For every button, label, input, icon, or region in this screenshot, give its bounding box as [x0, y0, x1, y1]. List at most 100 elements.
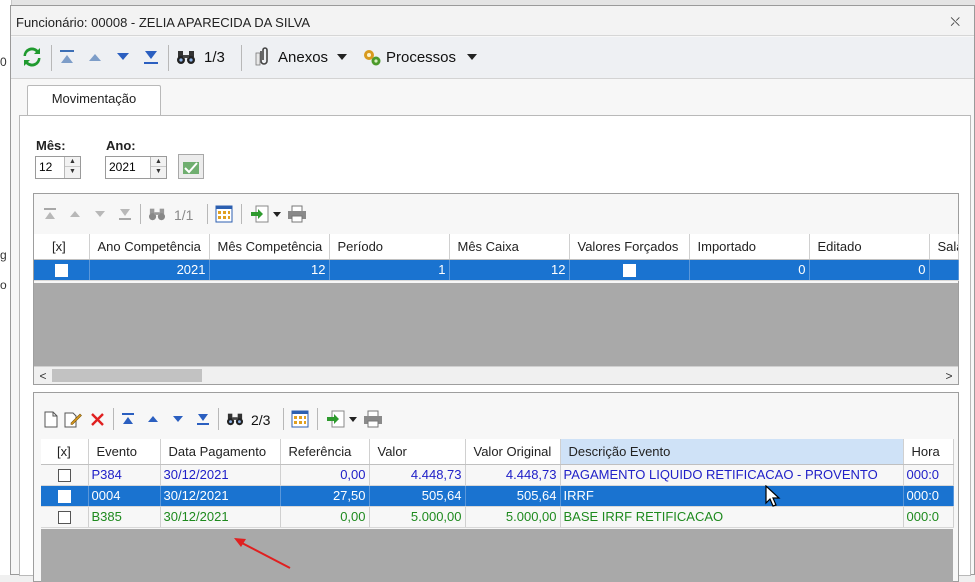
grid2-col-descricao[interactable]: Descrição Evento	[560, 439, 904, 465]
gears-icon[interactable]	[361, 46, 383, 68]
grid2-col-valor[interactable]: Valor	[369, 439, 466, 465]
mes-stepper[interactable]: 12 ▲ ▼	[35, 156, 81, 179]
competencia-panel: 1/1 [x] Ano Competência Mês Competência	[33, 193, 959, 385]
next-record-icon[interactable]	[170, 411, 186, 427]
grid1-col-periodo[interactable]: Período	[329, 234, 450, 260]
paperclip-icon[interactable]	[253, 46, 275, 68]
delete-icon[interactable]	[88, 410, 106, 428]
last-record-icon[interactable]	[195, 411, 211, 427]
background-fragment: 0	[0, 55, 7, 69]
export-icon[interactable]	[325, 409, 347, 429]
previous-record-icon[interactable]	[86, 47, 104, 67]
eventos-grid: [x] Evento Data Pagamento Referência Val…	[41, 439, 954, 528]
anexos-button[interactable]: Anexos	[278, 49, 328, 66]
binoculars-icon[interactable]	[175, 46, 197, 68]
grid1-col-ano[interactable]: Ano Competência	[89, 234, 210, 260]
columns-grid-icon[interactable]	[214, 204, 234, 224]
valor-original-cell: 5.000,00	[465, 506, 561, 528]
processos-dropdown-icon[interactable]	[466, 51, 478, 63]
valores-forcados-cell[interactable]	[569, 259, 690, 281]
last-record-icon[interactable]	[117, 206, 133, 222]
binoculars-icon[interactable]	[147, 205, 167, 223]
row-checkbox[interactable]	[54, 264, 68, 278]
export-icon[interactable]	[249, 204, 271, 224]
processos-button[interactable]: Processos	[386, 49, 456, 66]
printer-icon[interactable]	[286, 204, 308, 224]
grid1-col-valores-forcados[interactable]: Valores Forçados	[569, 234, 690, 260]
grid1-col-editado[interactable]: Editado	[809, 234, 930, 260]
grid1-empty-area	[34, 283, 958, 366]
window-title: Funcionário: 00008 - ZELIA APARECIDA DA …	[16, 15, 311, 30]
mes-stepper-arrows[interactable]: ▲ ▼	[64, 157, 80, 178]
previous-record-icon[interactable]	[67, 206, 83, 222]
row-checkbox[interactable]	[57, 511, 71, 525]
row-select-cell[interactable]	[41, 485, 89, 507]
first-record-icon[interactable]	[120, 411, 136, 427]
edit-icon[interactable]	[64, 410, 82, 428]
tab-content: Mês: 12 ▲ ▼ Ano: 2021 ▲ ▼ 1/1 [x] Ano Co…	[19, 115, 971, 582]
table-row[interactable]: B385 30/12/2021 0,00 5.000,00 5.000,00 B…	[41, 506, 954, 528]
printer-icon[interactable]	[362, 409, 384, 429]
descricao-cell: BASE IRRF RETIFICACAO	[560, 506, 904, 528]
ano-value: 2021	[109, 160, 136, 174]
columns-grid-icon[interactable]	[290, 409, 310, 429]
grid1-col-importado[interactable]: Importado	[689, 234, 810, 260]
first-record-icon[interactable]	[42, 206, 58, 222]
grid1-horizontal-scrollbar[interactable]: < >	[34, 366, 958, 384]
close-icon[interactable]: ⛌	[950, 14, 960, 30]
scroll-left-icon[interactable]: <	[34, 367, 52, 385]
mouse-cursor-icon	[765, 484, 783, 509]
tab-movimentacao[interactable]: Movimentação	[27, 85, 161, 116]
title-bar: Funcionário: 00008 - ZELIA APARECIDA DA …	[11, 6, 974, 36]
anexos-dropdown-icon[interactable]	[336, 51, 348, 63]
editado-cell: 0	[809, 259, 930, 281]
row-checkbox[interactable]	[57, 469, 71, 483]
first-record-icon[interactable]	[58, 47, 76, 67]
export-dropdown-icon[interactable]	[272, 209, 282, 219]
table-row[interactable]: 2021 12 1 12 0 0	[34, 259, 959, 281]
scroll-thumb[interactable]	[52, 369, 202, 382]
row-checkbox[interactable]	[57, 490, 71, 504]
descricao-cell: IRRF	[560, 485, 904, 507]
mes-caixa-cell: 12	[449, 259, 570, 281]
last-record-icon[interactable]	[142, 47, 160, 67]
grid2-col-valor-original[interactable]: Valor Original	[465, 439, 561, 465]
grid2-col-referencia[interactable]: Referência	[280, 439, 370, 465]
valor-cell: 5.000,00	[369, 506, 466, 528]
valor-cell: 4.448,73	[369, 464, 466, 486]
valores-forcados-checkbox[interactable]	[622, 264, 636, 278]
grid2-col-hora[interactable]: Hora	[903, 439, 954, 465]
grid2-col-select[interactable]: [x]	[41, 439, 89, 465]
evento-cell: P384	[88, 464, 161, 486]
data-pagamento-cell: 30/12/2021	[160, 485, 281, 507]
grid1-col-mes-caixa[interactable]: Mês Caixa	[449, 234, 570, 260]
new-document-icon[interactable]	[42, 410, 60, 428]
binoculars-icon[interactable]	[225, 410, 245, 428]
grid2-col-evento[interactable]: Evento	[88, 439, 161, 465]
refresh-icon[interactable]	[21, 46, 43, 68]
mes-value: 12	[39, 160, 53, 174]
apply-filter-button[interactable]	[178, 154, 204, 179]
ano-stepper[interactable]: 2021 ▲ ▼	[105, 156, 167, 179]
table-row[interactable]: P384 30/12/2021 0,00 4.448,73 4.448,73 P…	[41, 464, 954, 486]
ano-stepper-arrows[interactable]: ▲ ▼	[150, 157, 166, 178]
row-select-cell[interactable]	[41, 506, 89, 528]
toolbar-separator	[168, 45, 169, 71]
toolbar-separator	[207, 204, 208, 224]
grid1-col-select[interactable]: [x]	[34, 234, 90, 260]
referencia-cell: 0,00	[280, 506, 370, 528]
referencia-cell: 27,50	[280, 485, 370, 507]
grid2-col-data-pagamento[interactable]: Data Pagamento	[160, 439, 281, 465]
grid1-col-mes[interactable]: Mês Competência	[209, 234, 330, 260]
table-row[interactable]: 0004 30/12/2021 27,50 505,64 505,64 IRRF…	[41, 485, 954, 507]
next-record-icon[interactable]	[114, 47, 132, 67]
next-record-icon[interactable]	[92, 206, 108, 222]
toolbar-separator	[218, 408, 219, 430]
export-dropdown-icon[interactable]	[348, 414, 358, 424]
grid1-col-sala[interactable]: Sala	[929, 234, 959, 260]
previous-record-icon[interactable]	[145, 411, 161, 427]
row-select-cell[interactable]	[41, 464, 89, 486]
sala-cell	[929, 259, 959, 281]
row-select-cell[interactable]	[34, 259, 90, 281]
scroll-right-icon[interactable]: >	[940, 367, 958, 385]
